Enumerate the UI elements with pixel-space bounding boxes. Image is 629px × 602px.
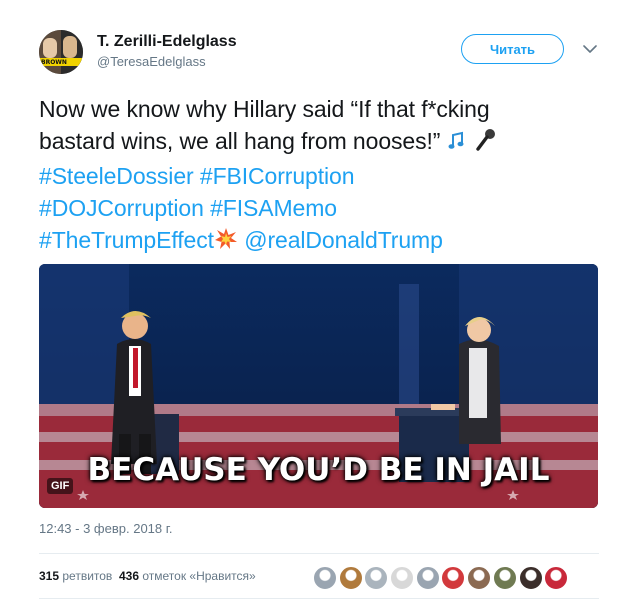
avatar-badge-text: BROWN [41,59,67,66]
tweet-text-line-1: Now we know why Hillary said “If that f*… [39,93,599,125]
follow-button[interactable]: Читать [461,34,564,64]
chevron-down-icon[interactable] [581,40,599,58]
liker-avatar[interactable] [492,566,517,590]
tweet-text-line-2: bastard wins, we all hang from nooses!” [39,125,599,160]
liker-avatar[interactable] [467,566,492,590]
liker-avatar[interactable] [313,566,337,590]
tweet-text-line-5: #TheTrumpEffect @realDonaldTrump [39,224,599,259]
hashtag-steele-dossier[interactable]: #SteeleDossier [39,163,194,189]
divider [39,598,599,599]
user-fullname[interactable]: T. Zerilli-Edelglass [97,32,237,52]
avatar[interactable]: BROWN [39,30,83,74]
tweet-stats: 315 ретвитов 436 отметок «Нравится» [39,569,256,583]
liker-avatar[interactable] [390,566,415,590]
liker-avatar[interactable] [518,566,543,590]
liker-avatar[interactable] [338,566,363,590]
user-names: T. Zerilli-Edelglass @TeresaEdelglass [97,32,237,71]
mention-real-donald-trump[interactable]: @realDonaldTrump [244,227,443,253]
microphone-icon [475,128,497,160]
user-handle[interactable]: @TeresaEdelglass [97,53,237,71]
retweets-label: ретвитов [62,569,113,583]
gif-badge: GIF [47,478,74,494]
liker-avatar[interactable] [415,566,440,590]
hashtag-the-trump-effect[interactable]: #TheTrumpEffect [39,227,214,253]
retweets-count: 315 [39,569,60,583]
collision-icon [214,227,238,259]
tweet: BROWN T. Zerilli-Edelglass @TeresaEdelgl… [0,0,629,602]
divider [39,553,599,554]
tweet-text-line-3: #SteeleDossier #FBICorruption [39,160,599,192]
likes-stat[interactable]: 436 отметок «Нравится» [119,569,256,583]
tweet-text-part-1: Now we know why Hillary said “If that f*… [39,96,490,122]
gif-caption: BECAUSE YOU’D BE IN JAIL [87,452,550,488]
gif-media[interactable]: BECAUSE YOU’D BE IN JAIL GIF [39,264,598,508]
liker-avatar[interactable] [544,566,569,590]
liker-avatars [313,566,570,590]
music-notes-icon [447,128,469,160]
tweet-timestamp[interactable]: 12:43 - 3 февр. 2018 г. [39,521,173,536]
tweet-header: BROWN T. Zerilli-Edelglass @TeresaEdelgl… [39,30,609,74]
tweet-text: Now we know why Hillary said “If that f*… [39,93,599,259]
likes-count: 436 [118,569,140,583]
likes-label: отметок «Нравится» [142,569,256,583]
liker-avatar[interactable] [364,566,389,590]
retweets-stat[interactable]: 315 ретвитов [39,569,112,583]
hashtag-fisa-memo[interactable]: #FISAMemo [210,195,337,221]
hashtag-doj-corruption[interactable]: #DOJCorruption [39,195,204,221]
tweet-text-line-4: #DOJCorruption #FISAMemo [39,192,599,224]
tweet-text-part-2: bastard wins, we all hang from nooses!” [39,128,447,154]
liker-avatar[interactable] [441,566,466,590]
hashtag-fbi-corruption[interactable]: #FBICorruption [200,163,355,189]
